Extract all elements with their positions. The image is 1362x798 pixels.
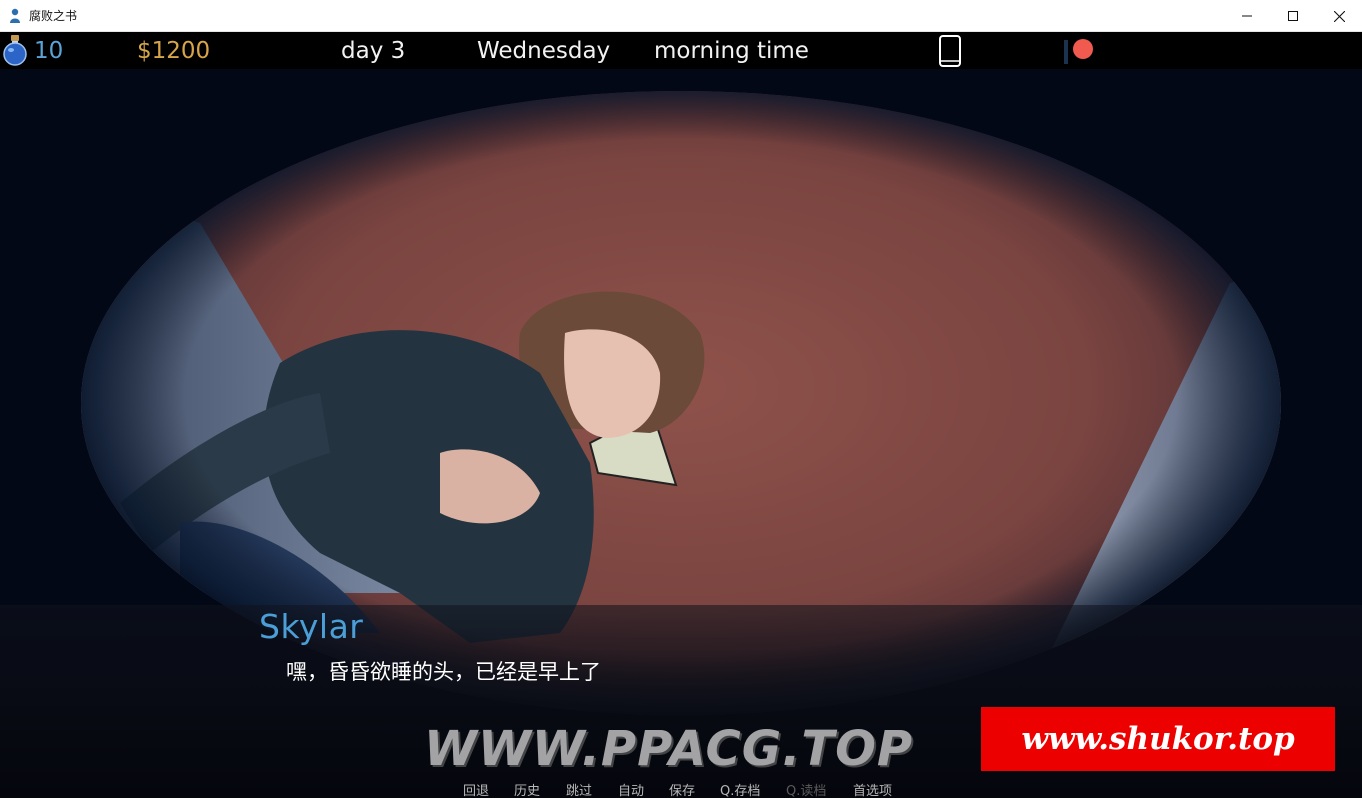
close-button[interactable] [1316,0,1362,32]
quick-menu: 回退 历史 跳过 自动 保存 Q.存档 Q.读档 首选项 [0,778,1362,798]
day-counter: day 3 [341,38,406,64]
weekday-label: Wednesday [477,38,611,64]
quick-menu-preferences-button[interactable]: 首选项 [853,780,892,798]
quick-menu-save-button[interactable]: 保存 [669,780,695,798]
potion-icon[interactable] [1,33,29,67]
phone-icon[interactable] [938,35,962,67]
energy-counter: 10 [34,38,64,64]
shukor-watermark-text: www.shukor.top [1021,721,1295,757]
dialogue-text: 嘿，昏昏欲睡的头，已经是早上了 [286,660,601,684]
quick-menu-rollback-button[interactable]: 回退 [463,780,489,798]
notification-dot-icon[interactable] [1073,39,1093,59]
game-viewport[interactable]: 10 $1200 day 3 Wednesday morning time Sk… [0,33,1362,798]
minimize-button[interactable] [1224,0,1270,32]
quick-menu-quicksave-button[interactable]: Q.存档 [720,780,760,798]
quick-menu-auto-button[interactable]: 自动 [618,780,644,798]
window-title: 腐败之书 [29,9,78,23]
ppacg-watermark: WWW.PPACG.TOP [424,721,914,777]
window-controls [1224,0,1362,32]
minimize-icon [1242,15,1252,17]
time-of-day-label: morning time [654,38,809,64]
money-counter: $1200 [137,38,211,64]
close-icon [1333,10,1345,22]
quick-menu-skip-button[interactable]: 跳过 [566,780,592,798]
shukor-watermark: www.shukor.top [981,707,1335,771]
hud-bar: 10 $1200 day 3 Wednesday morning time [0,33,1362,69]
quick-menu-quickload-button: Q.读档 [786,784,827,798]
maximize-icon [1288,11,1298,21]
quick-menu-history-button[interactable]: 历史 [514,780,540,798]
app-person-icon [9,8,23,24]
status-bar-divider [1064,40,1068,64]
maximize-button[interactable] [1270,0,1316,32]
window-titlebar: 腐败之书 [0,0,1362,32]
speaker-name: Skylar [259,607,364,646]
